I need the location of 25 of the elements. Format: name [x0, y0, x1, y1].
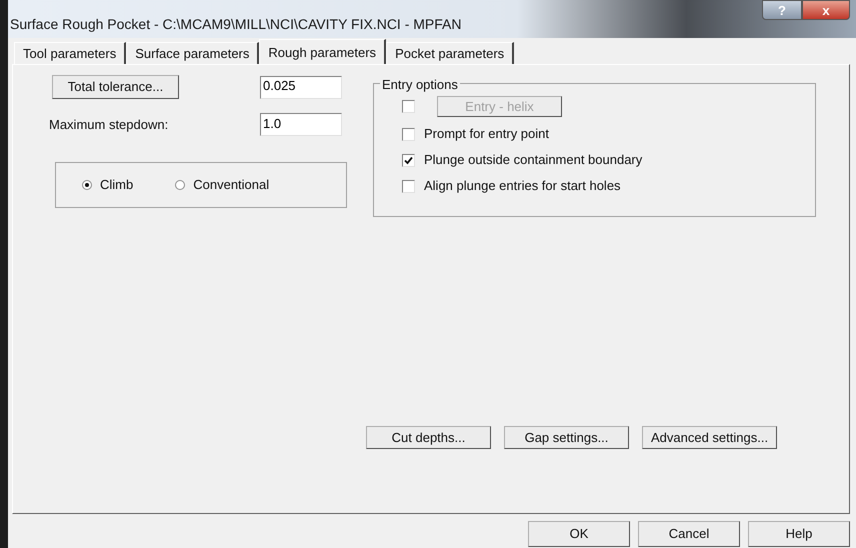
radio-button[interactable] [175, 180, 186, 190]
dialog-button[interactable]: Help [748, 521, 850, 547]
checkbox-label: Plunge outside containment boundary [424, 151, 642, 169]
checkbox[interactable] [402, 180, 415, 192]
radio-button[interactable] [82, 180, 92, 190]
panel-button[interactable]: Advanced settings... [642, 426, 778, 449]
panel-button[interactable]: Gap settings... [504, 426, 629, 449]
dialog-button[interactable]: OK [528, 521, 630, 547]
tab[interactable]: Rough parameters [259, 39, 386, 65]
checkbox-label: Prompt for entry point [424, 125, 549, 143]
tab[interactable]: Pocket parameters [386, 42, 514, 64]
stepdown-label: Maximum stepdown: [49, 116, 170, 134]
stepdown-field[interactable]: 1.0 [260, 113, 342, 136]
tolerance-field[interactable]: 0.025 [260, 76, 342, 98]
checkbox[interactable] [402, 128, 415, 140]
tab[interactable]: Tool parameters [14, 42, 126, 64]
window-title: Surface Rough Pocket - C:\MCAM9\MILL\NCI\CAVITY FIX.NCI - MPFAN [10, 15, 462, 34]
checkbox-label: Align plunge entries for start holes [424, 177, 621, 195]
total-tolerance-button[interactable]: Total tolerance... [52, 75, 179, 99]
panel-button[interactable]: Cut depths... [366, 426, 491, 449]
radio-label: Climb [100, 176, 134, 194]
dialog-button[interactable]: Cancel [638, 521, 740, 547]
close-button[interactable]: x [802, 0, 850, 20]
radio-label: Conventional [193, 176, 270, 194]
checkbox[interactable] [402, 154, 415, 166]
